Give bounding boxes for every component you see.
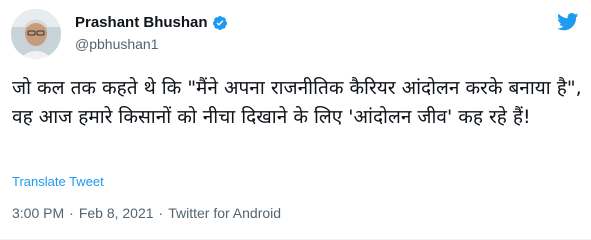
meta-separator: ·	[69, 205, 74, 221]
tweet-text: जो कल तक कहते थे कि "मैंने अपना राजनीतिक…	[12, 77, 582, 128]
tweet-time[interactable]: 3:00 PM	[12, 205, 64, 221]
translate-tweet-link[interactable]: Translate Tweet	[12, 174, 104, 189]
author-name-row[interactable]: Prashant Bhushan	[75, 14, 228, 31]
meta-separator: ·	[158, 205, 164, 221]
verified-badge-icon	[212, 15, 227, 30]
avatar[interactable]	[11, 9, 61, 59]
avatar-photo	[11, 9, 61, 59]
author-handle[interactable]: @pbhushan1	[75, 36, 159, 52]
tweet-card: Prashant Bhushan @pbhushan1 जो कल तक कहत…	[0, 0, 591, 240]
tweet-date[interactable]: Feb 8, 2021	[79, 205, 154, 221]
tweet-source[interactable]: Twitter for Android	[168, 205, 281, 221]
author-name[interactable]: Prashant Bhushan	[75, 14, 208, 31]
twitter-bird-icon[interactable]	[557, 13, 579, 31]
tweet-metadata: 3:00 PM · Feb 8, 2021 · Twitter for Andr…	[12, 205, 281, 221]
